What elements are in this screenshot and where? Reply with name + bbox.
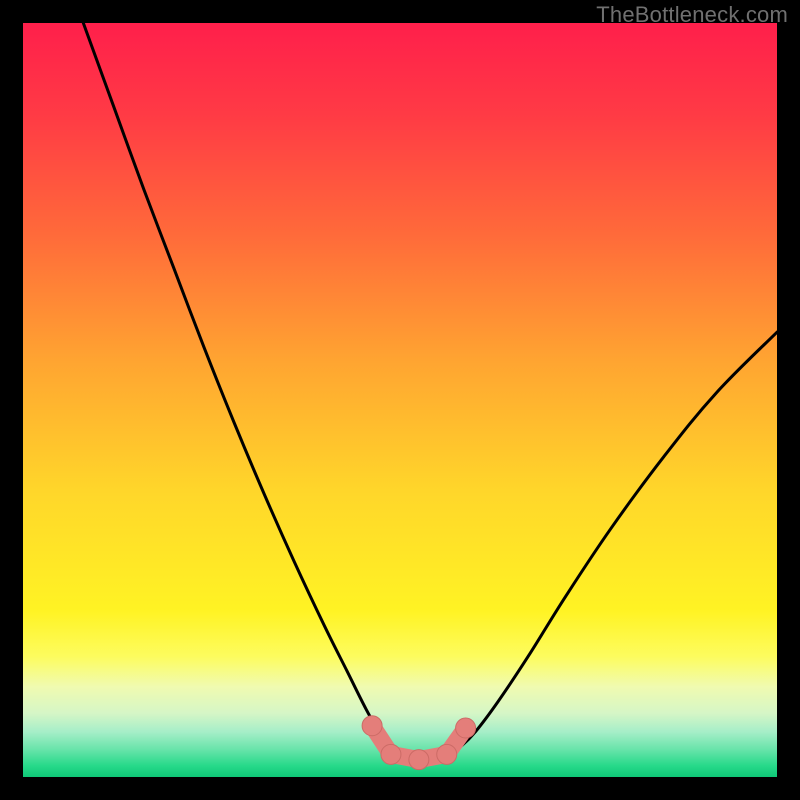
watermark-text: TheBottleneck.com bbox=[596, 2, 788, 28]
curve-left-curve bbox=[83, 23, 400, 758]
plot-area bbox=[23, 23, 777, 777]
trough-marker bbox=[456, 718, 476, 738]
trough-marker bbox=[362, 716, 382, 736]
trough-marker bbox=[437, 744, 457, 764]
chart-frame: TheBottleneck.com bbox=[0, 0, 800, 800]
trough-marker bbox=[409, 750, 429, 770]
curve-right-curve bbox=[445, 332, 777, 758]
chart-curves bbox=[23, 23, 777, 777]
trough-marker bbox=[381, 744, 401, 764]
